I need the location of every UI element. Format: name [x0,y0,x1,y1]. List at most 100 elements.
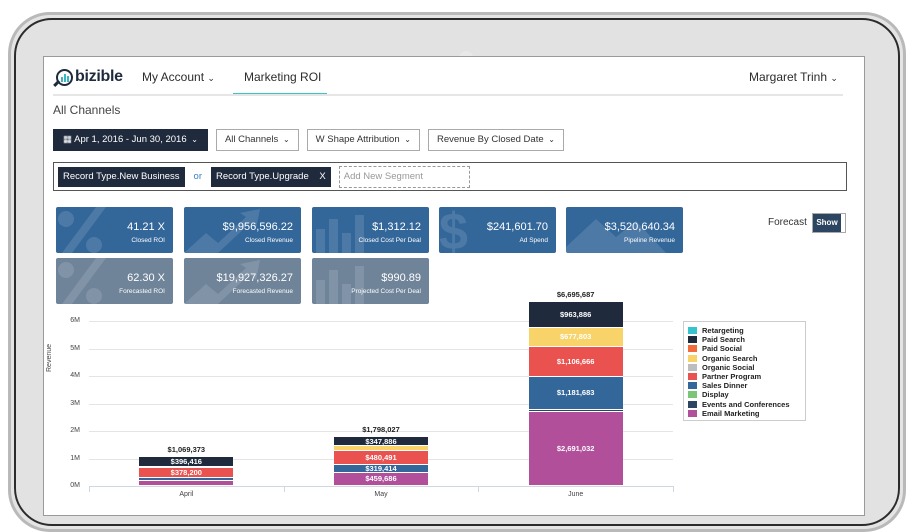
y-tick-label: 6M [70,317,80,324]
chevron-down-icon: ⌄ [404,135,411,144]
forecast-label: Forecast [768,217,807,228]
x-tick-mark [478,486,480,492]
logo-magnifier-icon [56,68,73,86]
legend-item[interactable]: Organic Search [688,354,801,363]
bar-segment-paid-search[interactable]: $347,886 [334,436,428,447]
legend-swatch [688,382,697,390]
legend-item[interactable]: Organic Social [688,363,801,372]
kpi-ad-spend[interactable]: $ $241,601.70 Ad Spend [439,207,556,253]
legend-item[interactable]: Retargeting [688,326,801,335]
legend-label: Retargeting [702,326,744,336]
legend-item[interactable]: Paid Social [688,344,801,353]
legend-item[interactable]: Paid Search [688,335,801,344]
chevron-down-icon: ⌄ [207,73,215,83]
kpi-label: Ad Spend [519,237,548,244]
legend-swatch [688,327,697,335]
forecast-toggle-show: Show [813,214,841,232]
bar-chart-icon [316,215,364,253]
kpi-value: $9,956,596.22 [222,221,293,233]
channels-dropdown[interactable]: All Channels ⌄ [215,129,299,151]
forecast-toggle[interactable]: Show [812,213,846,233]
nav-my-account[interactable]: My Account ⌄ [142,70,215,84]
nav-my-account-label: My Account [142,70,205,84]
bar-segment-sales-dinner[interactable]: $319,414 [334,464,428,474]
chevron-down-icon: ⌄ [548,135,555,144]
bizible-logo[interactable]: bizible [56,68,123,86]
kpi-closed-roi[interactable]: 41.21 X Closed ROI [56,207,173,253]
kpi-value: $990.89 [381,272,421,284]
x-tick-label: June [568,491,584,498]
legend-swatch [688,391,697,399]
kpi-value: $19,927,326.27 [216,272,293,284]
percent-icon [58,207,106,253]
bar-total-label: $6,695,687 [556,289,595,299]
filter-bar: ▦ Apr 1, 2016 - Jun 30, 2016 ⌄ All Chann… [53,129,564,151]
kpi-label: Pipeline Revenue [624,237,675,244]
x-tick-mark [283,486,285,492]
segment-tag-upgrade[interactable]: Record Type.Upgrade X [210,166,331,187]
y-tick-label: 1M [70,454,80,462]
legend-label: Organic Search [702,353,758,363]
kpi-closed-revenue[interactable]: $9,956,596.22 Closed Revenue [184,207,301,253]
top-navigation: bizible My Account ⌄ Marketing ROI Marga… [44,57,864,96]
kpi-value: 62.30 X [127,272,165,284]
bar-segment-organic-search[interactable]: $677,803 [528,328,623,347]
bar-segment-events-and-conferences[interactable] [528,409,623,412]
legend-item[interactable]: Display [688,390,801,399]
y-tick-label: 0M [70,482,80,489]
legend-item[interactable]: Events and Conferences [688,400,801,409]
legend-swatch [688,363,697,371]
bar-segment-partner-program[interactable]: $480,491 [334,451,428,465]
kpi-value: $241,601.70 [486,221,548,233]
add-segment-input[interactable]: Add New Segment [338,165,470,188]
user-name: Margaret Trinh [749,70,828,84]
bar-segment-organic-search[interactable] [334,446,428,452]
legend-label: Events and Conferences [702,399,790,409]
remove-segment-icon[interactable]: X [319,171,325,182]
attribution-label: W Shape Attribution [315,134,400,145]
bar-segment-paid-search[interactable]: $396,416 [139,456,234,468]
nav-marketing-roi[interactable]: Marketing ROI [244,70,321,84]
dollar-icon: $ [439,207,468,253]
revenue-by-dropdown[interactable]: Revenue By Closed Date ⌄ [427,129,564,151]
bar-segment-email-marketing[interactable]: $2,691,032 [528,411,623,486]
date-range-button[interactable]: ▦ Apr 1, 2016 - Jun 30, 2016 ⌄ [53,129,208,151]
kpi-pipeline-revenue[interactable]: $3,520,640.34 Pipeline Revenue [566,207,683,253]
date-range-label: Apr 1, 2016 - Jun 30, 2016 [74,134,187,145]
chevron-down-icon: ⌄ [830,73,838,83]
legend-swatch [688,373,697,381]
kpi-value: $1,312.12 [372,221,421,233]
bar-segment-organic-search[interactable] [139,467,234,469]
segment-tag-new-business[interactable]: Record Type.New Business [58,166,185,187]
legend-item[interactable]: Partner Program [688,372,801,381]
y-tick-label: 4M [70,372,80,379]
bar-segment-sales-dinner[interactable] [139,478,234,481]
bar-segment-email-marketing[interactable]: $459,686 [334,473,428,486]
kpi-value: $3,520,640.34 [604,221,675,233]
chevron-down-icon: ⌄ [191,135,198,144]
bar-segment-partner-program[interactable]: $378,200 [139,467,234,479]
kpi-closed-cost-per-deal[interactable]: $1,312.12 Closed Cost Per Deal [312,207,429,253]
legend-swatch [688,400,697,408]
chevron-down-icon: ⌄ [282,135,290,144]
bar-segment-partner-program[interactable]: $1,106,666 [528,347,623,378]
kpi-label: Closed Cost Per Deal [358,237,422,244]
page-title: All Channels [53,103,121,117]
kpi-label: Closed Revenue [244,237,293,244]
kpi-value: 41.21 X [127,221,165,233]
legend-label: Paid Search [702,335,745,345]
calendar-icon: ▦ [63,134,72,145]
user-menu[interactable]: Margaret Trinh ⌄ [749,70,838,84]
bar-segment-sales-dinner[interactable]: $1,181,683 [528,377,623,410]
bar-total-label: $1,069,373 [167,444,206,454]
legend-item[interactable]: Sales Dinner [688,381,801,390]
svg-text:$: $ [439,207,468,253]
bar-segment-paid-search[interactable]: $963,886 [528,301,623,329]
nav-marketing-roi-label: Marketing ROI [244,70,322,84]
legend-item[interactable]: Email Marketing [688,409,801,418]
logo-text: bizible [75,68,123,85]
bar-segment-email-marketing[interactable] [139,480,234,486]
x-axis [89,486,673,487]
legend-label: Partner Program [702,372,762,382]
attribution-dropdown[interactable]: W Shape Attribution ⌄ [306,129,420,151]
